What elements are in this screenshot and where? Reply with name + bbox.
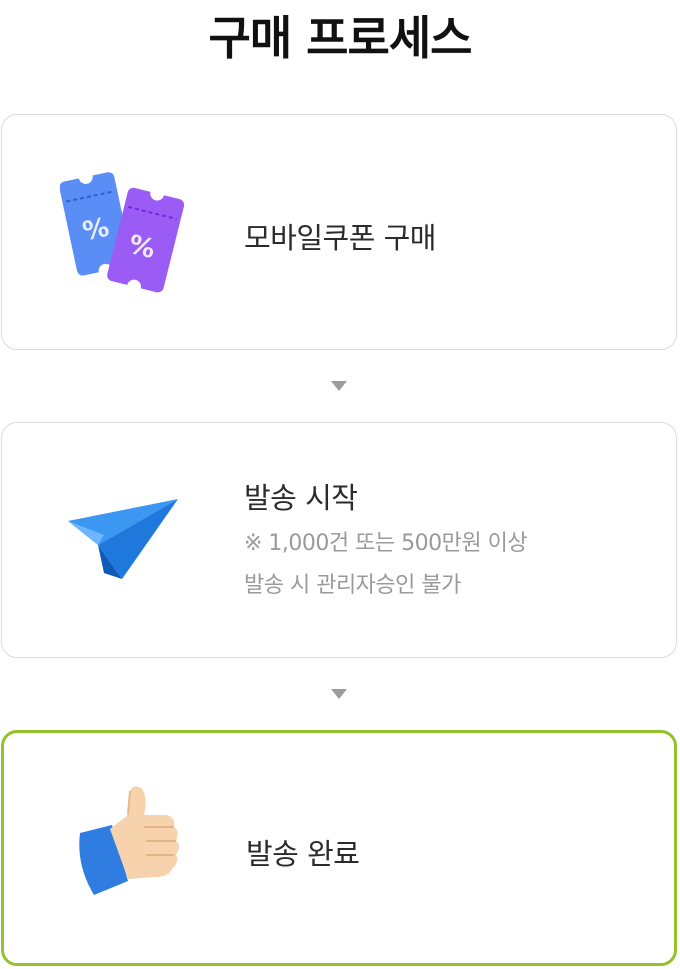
step-note-line: ※ 1,000건 또는 500만원 이상 [244,531,528,556]
step-label: 발송 완료 [246,837,360,871]
step-label: 모바일쿠폰 구매 [244,221,436,255]
step-card-purchase: % % 모바일쿠폰 구매 [1,114,677,350]
step-card-send-complete: 발송 완료 [1,730,677,966]
step-note: ※ 1,000건 또는 500만원 이상 발송 시 관리자승인 불가 [244,523,528,607]
step-card-send-start: 발송 시작 ※ 1,000건 또는 500만원 이상 발송 시 관리자승인 불가 [1,422,677,658]
step-note-line: 발송 시 관리자승인 불가 [244,573,461,598]
coupon-tickets-icon: % % [59,165,190,295]
step-label: 발송 시작 [244,481,358,515]
paper-plane-icon [60,473,190,603]
down-arrow-icon [331,689,347,699]
thumbs-up-icon [70,785,200,915]
down-arrow-icon [331,381,347,391]
page-title: 구매 프로세스 [208,11,473,65]
